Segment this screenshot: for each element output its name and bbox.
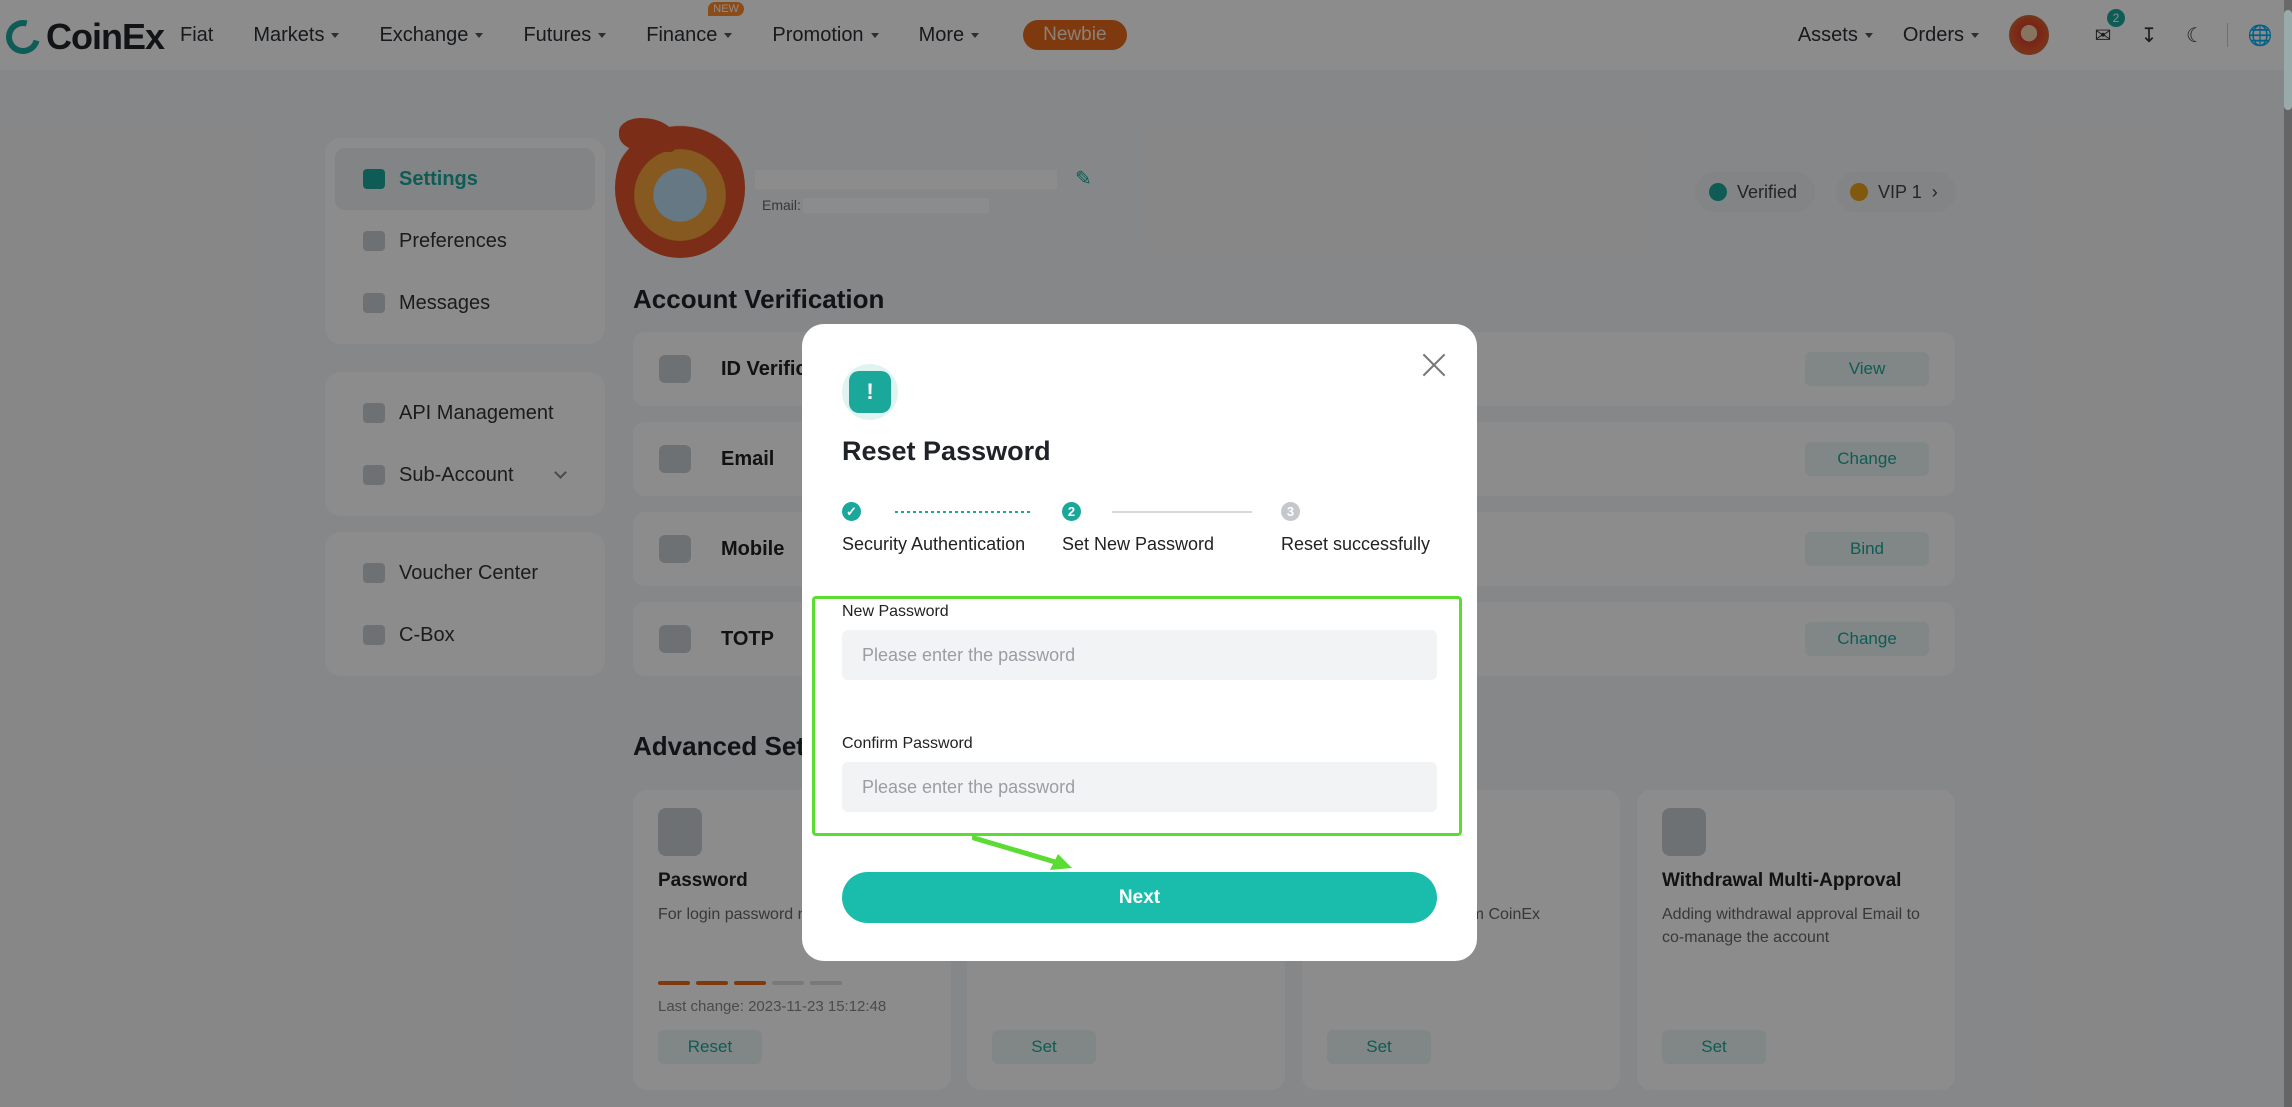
step-label: Security Authentication <box>842 534 1026 554</box>
close-icon[interactable] <box>1421 352 1447 378</box>
scrollbar[interactable] <box>2284 0 2292 1107</box>
step-connector-pending <box>1112 511 1252 513</box>
step-number: 3 <box>1281 502 1300 521</box>
new-password-label: New Password <box>842 603 949 620</box>
step-security-authentication: ✓ Security Authentication <box>842 502 1025 554</box>
step-label: Set New Password <box>1062 534 1215 554</box>
modal-title: Reset Password <box>842 436 1051 466</box>
step-label: Reset successfully <box>1281 534 1431 554</box>
next-button[interactable]: Next <box>842 872 1437 923</box>
confirm-password-label: Confirm Password <box>842 735 973 752</box>
step-set-new-password: 2 Set New Password <box>1062 502 1214 554</box>
step-reset-successfully: 3 Reset successfully <box>1281 502 1430 554</box>
step-connector-done <box>895 511 1030 513</box>
annotation-arrow-icon <box>972 835 1072 870</box>
new-password-input[interactable] <box>842 630 1437 680</box>
check-icon: ✓ <box>842 502 861 521</box>
security-alert-icon: ! <box>842 364 898 420</box>
scrollbar-thumb[interactable] <box>2284 10 2292 110</box>
step-number: 2 <box>1062 502 1081 521</box>
reset-password-modal: ! Reset Password ✓ Security Authenticati… <box>802 324 1477 961</box>
confirm-password-input[interactable] <box>842 762 1437 812</box>
